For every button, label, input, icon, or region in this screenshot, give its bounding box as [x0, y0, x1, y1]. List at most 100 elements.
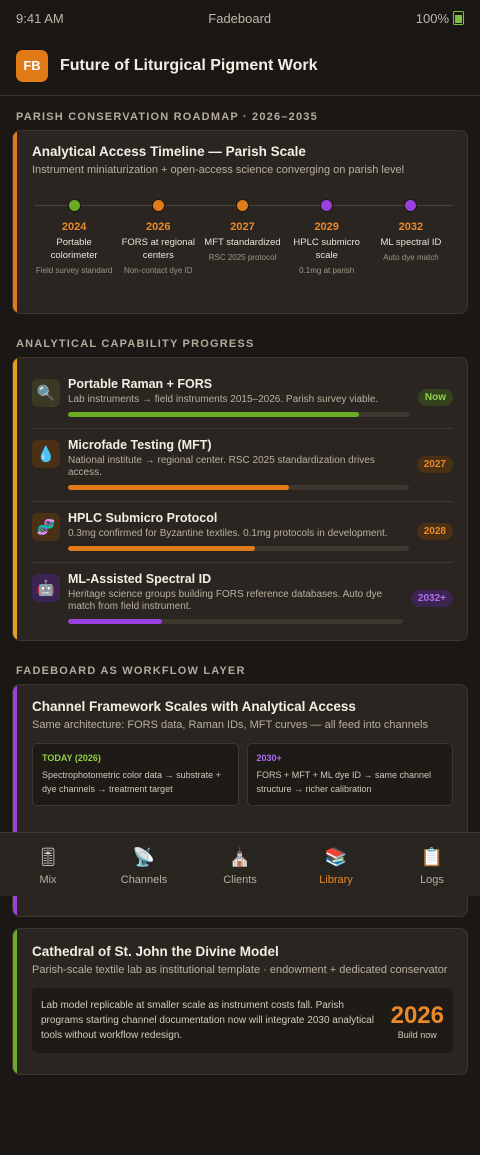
timeline-year: 2032 [398, 221, 424, 233]
capability-badge: 2027 [416, 455, 453, 473]
nav-label: Channels [120, 874, 168, 886]
capability-progress [68, 485, 409, 490]
today-heading: TODAY (2026) [42, 753, 101, 763]
timeline-note: Non-contact dye ID [124, 266, 193, 275]
capability-progress-fill [68, 546, 256, 551]
build-year: 2026 Build now [391, 1002, 444, 1040]
timeline-node[interactable]: 2029 HPLC submicro scale 0.1mg at parish [285, 198, 369, 276]
timeline-year: 2027 [230, 221, 255, 233]
roadmap-accent [13, 131, 17, 313]
capability-badge: 2032+ [410, 589, 453, 607]
nav-label: Mix [39, 874, 57, 886]
timeline-year: 2024 [61, 221, 87, 233]
roadmap-subtitle: Instrument miniaturization + open-access… [32, 164, 405, 176]
capability-title: Microfade Testing (MFT) [68, 438, 212, 452]
workflow-subtitle: Same architecture: FORS data, Raman IDs,… [32, 719, 428, 731]
timeline-label: Portable colorimeter [50, 237, 98, 261]
capability-progress-fill [68, 412, 359, 417]
build-year-number: 2026 [390, 1001, 444, 1029]
capabilities-card: 🔍 Portable Raman + FORS Lab instruments → … [12, 357, 468, 641]
capability-progress [68, 546, 409, 551]
timeline-node[interactable]: 2024 Portable colorimeter Field survey sta… [32, 198, 116, 276]
capability-title: HPLC Submicro Protocol [68, 511, 218, 525]
nav-item-library[interactable]: 📚 Library [288, 833, 384, 896]
nav-label: Logs [420, 874, 444, 886]
timeline-label: HPLC submicro scale [293, 237, 360, 261]
timeline-dot [151, 199, 165, 212]
timeline-label: MFT standardized [204, 237, 281, 248]
workflow-title: Channel Framework Scales with Analytical… [32, 699, 356, 714]
future-heading: 2030+ [256, 753, 282, 763]
status-bar: 9:41 AM Fadeboard 100% [0, 0, 480, 36]
future-box: 2030+ FORS + MFT + ML dye ID → same chan… [246, 743, 453, 806]
roadmap-title: Analytical Access Timeline — Parish Scal… [32, 144, 306, 159]
timeline-year: 2029 [314, 221, 339, 233]
app-header: FB Future of Liturgical Pigment Work [0, 36, 480, 96]
capabilities-accent [13, 358, 17, 640]
timeline-note: Auto dye match [383, 253, 439, 262]
church-icon: ⛪ [228, 847, 252, 867]
timeline-label: ML spectral ID [380, 237, 442, 248]
capability-item[interactable]: 🤖 ML-Assisted Spectral ID Heritage science… [32, 563, 453, 635]
capabilities-section-label: ANALYTICAL CAPABILITY PROGRESS [16, 338, 255, 350]
capability-title: ML-Assisted Spectral ID [68, 572, 212, 586]
today-text: Spectrophotometric color data → substrat… [42, 770, 221, 794]
status-app-name: Fadeboard [208, 10, 272, 26]
capability-badge: Now [417, 388, 453, 406]
books-icon: 📚 [324, 847, 348, 867]
app-logo[interactable]: FB [16, 49, 48, 82]
capability-item[interactable]: 🔍 Portable Raman + FORS Lab instruments → … [32, 368, 453, 429]
nav-item-clients[interactable]: ⛪ Clients [192, 833, 288, 896]
capability-progress-fill [68, 485, 290, 490]
satellite-icon: 📡 [132, 847, 156, 867]
capability-desc: National institute → regional center. RS… [68, 455, 375, 478]
timeline-dot [236, 199, 249, 212]
timeline-dot [67, 199, 81, 212]
dna-icon: 🧬 [32, 513, 60, 541]
timeline-node[interactable]: 2032 ML spectral ID Auto dye match [369, 198, 453, 263]
cathedral-box: Lab model replicable at smaller scale as… [32, 988, 453, 1053]
capability-item[interactable]: 🧬 HPLC Submicro Protocol 0.3mg confirmed f… [32, 502, 453, 563]
timeline: 2024 Portable colorimeter Field survey sta… [32, 198, 453, 298]
roadmap-card: Analytical Access Timeline — Parish Scal… [12, 130, 468, 314]
robot-icon: 🤖 [32, 574, 60, 602]
capability-desc: 0.3mg confirmed for Byzantine textiles. … [68, 528, 388, 539]
battery-percent: 100% [415, 10, 449, 26]
timeline-node[interactable]: 2026 FORS at regional centers Non-contact … [116, 198, 200, 276]
nav-item-mix[interactable]: 🎚 Mix [0, 833, 96, 896]
timeline-dot [320, 199, 334, 212]
workflow-section-label: FADEBOARD AS WORKFLOW LAYER [16, 665, 246, 677]
timeline-note: RSC 2025 protocol [208, 253, 277, 262]
cathedral-accent [13, 929, 17, 1074]
capability-badge: 2028 [416, 522, 453, 540]
nav-label: Clients [223, 874, 257, 886]
timeline-dot [404, 199, 418, 212]
capability-desc: Heritage science groups building FORS re… [68, 589, 383, 612]
timeline-note: Field survey standard [35, 266, 113, 275]
workflow-columns: TODAY (2026) Spectrophotometric color da… [32, 743, 453, 806]
cathedral-card: Cathedral of St. John the Divine Model P… [12, 928, 468, 1075]
cathedral-subtitle: Parish-scale textile lab as institutiona… [32, 964, 448, 976]
future-text: FORS + MFT + ML dye ID → same channel st… [256, 770, 432, 794]
capability-progress-fill [68, 619, 162, 624]
status-time: 9:41 AM [16, 10, 64, 26]
droplet-icon: 💧 [32, 440, 60, 468]
roadmap-section-label: PARISH CONSERVATION ROADMAP · 2026–2035 [16, 111, 318, 123]
capability-desc: Lab instruments → field instruments 2015… [68, 394, 379, 405]
battery-icon [453, 11, 464, 25]
capability-item[interactable]: 💧 Microfade Testing (MFT) National institu… [32, 429, 453, 502]
nav-item-logs[interactable]: 📋 Logs [384, 833, 480, 896]
timeline-node[interactable]: 2027 MFT standardized RSC 2025 protocol [201, 198, 285, 263]
cathedral-title: Cathedral of St. John the Divine Model [32, 944, 279, 959]
bottom-nav: 🎚 Mix 📡 Channels ⛪ Clients 📚 Library 📋 Logs [0, 832, 480, 896]
magnifier-icon: 🔍 [32, 379, 60, 407]
nav-item-channels[interactable]: 📡 Channels [96, 833, 192, 896]
nav-label: Library [319, 874, 353, 886]
mix-icon: 🎚 [36, 847, 60, 867]
capability-title: Portable Raman + FORS [68, 377, 213, 391]
page-title: Future of Liturgical Pigment Work [60, 56, 318, 74]
capability-progress [68, 619, 403, 624]
cathedral-text: Lab model replicable at smaller scale as… [41, 1000, 374, 1041]
capability-progress [68, 412, 410, 417]
timeline-year: 2026 [146, 221, 171, 233]
